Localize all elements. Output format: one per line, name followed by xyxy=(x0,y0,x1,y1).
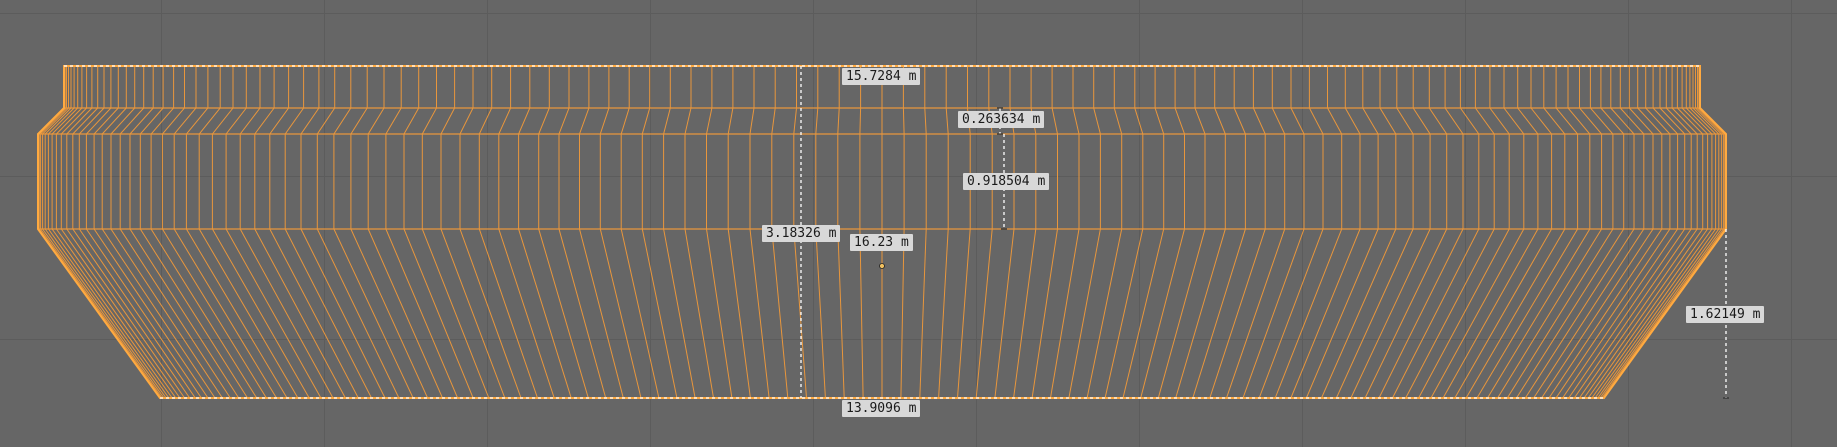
measure-label-rim-height: 0.263634 m xyxy=(958,111,1045,128)
mesh-edge xyxy=(1555,66,1671,399)
mesh-edge xyxy=(938,66,949,399)
mesh-edge xyxy=(859,66,864,399)
mesh-edge xyxy=(1274,66,1343,399)
mesh-edge xyxy=(1258,66,1324,399)
mesh-edge xyxy=(727,66,751,399)
mesh-edge xyxy=(139,66,248,399)
mesh-edge xyxy=(1392,66,1480,399)
mesh-edge xyxy=(538,66,589,399)
mesh-edge xyxy=(225,66,322,399)
object-origin xyxy=(879,263,885,269)
mesh-edge xyxy=(478,66,538,399)
mesh-edge xyxy=(1157,66,1206,399)
mesh-edge xyxy=(1591,66,1713,399)
mesh-edge xyxy=(93,66,209,399)
measure-label-center-width: 16.23 m xyxy=(850,234,913,251)
measure-label-taper-height: 1.62149 m xyxy=(1686,306,1765,323)
mesh-edge xyxy=(1594,66,1717,399)
measure-label-total-height: 3.18326 m xyxy=(762,225,841,242)
mesh-edge xyxy=(1378,66,1464,399)
mesh-edge xyxy=(1226,66,1286,399)
mesh-edge xyxy=(47,66,170,399)
mesh-edge xyxy=(1516,66,1625,399)
mesh-edge xyxy=(684,66,714,399)
mesh-edge xyxy=(440,66,506,399)
mesh-edge xyxy=(919,66,927,399)
mesh-edge xyxy=(1050,66,1080,399)
mesh-edge xyxy=(403,66,474,399)
measure-label-bottom-width: 13.9096 m xyxy=(842,400,921,417)
mesh-edge xyxy=(72,66,191,399)
mesh-edge xyxy=(300,66,386,399)
mesh-edge xyxy=(1122,66,1165,399)
mesh-edge xyxy=(1573,66,1692,399)
mesh-edge xyxy=(1442,66,1539,399)
mesh-edge xyxy=(1175,66,1226,399)
mesh-edge xyxy=(421,66,490,399)
mesh-edge xyxy=(211,66,310,399)
mesh-edge xyxy=(1104,66,1144,399)
mesh-edge xyxy=(51,66,173,399)
mesh-edge xyxy=(518,66,572,399)
mesh-edge xyxy=(1524,66,1635,399)
mesh-edge xyxy=(1583,66,1704,399)
3d-viewport[interactable]: 15.7284 m 0.263634 m 0.918504 m 3.18326 … xyxy=(0,0,1837,447)
mesh-edge xyxy=(900,66,905,399)
mesh-edge xyxy=(1454,66,1553,399)
mesh-edge xyxy=(60,66,181,399)
mesh-edge xyxy=(558,66,607,399)
mesh-edge xyxy=(599,66,642,399)
mesh-edge xyxy=(620,66,660,399)
measure-label-top-width: 15.7284 m xyxy=(842,68,921,85)
mesh-edge xyxy=(1068,66,1101,399)
mesh-edges xyxy=(37,66,1727,399)
mesh-edge xyxy=(663,66,696,399)
mesh-edge xyxy=(1192,66,1246,399)
measure-label-band-height: 0.918504 m xyxy=(963,173,1050,190)
mesh-edge xyxy=(1290,66,1361,399)
mesh-edge xyxy=(385,66,459,399)
mesh-edge xyxy=(1305,66,1379,399)
mesh-edge xyxy=(129,66,240,399)
mesh-edge xyxy=(284,66,372,399)
